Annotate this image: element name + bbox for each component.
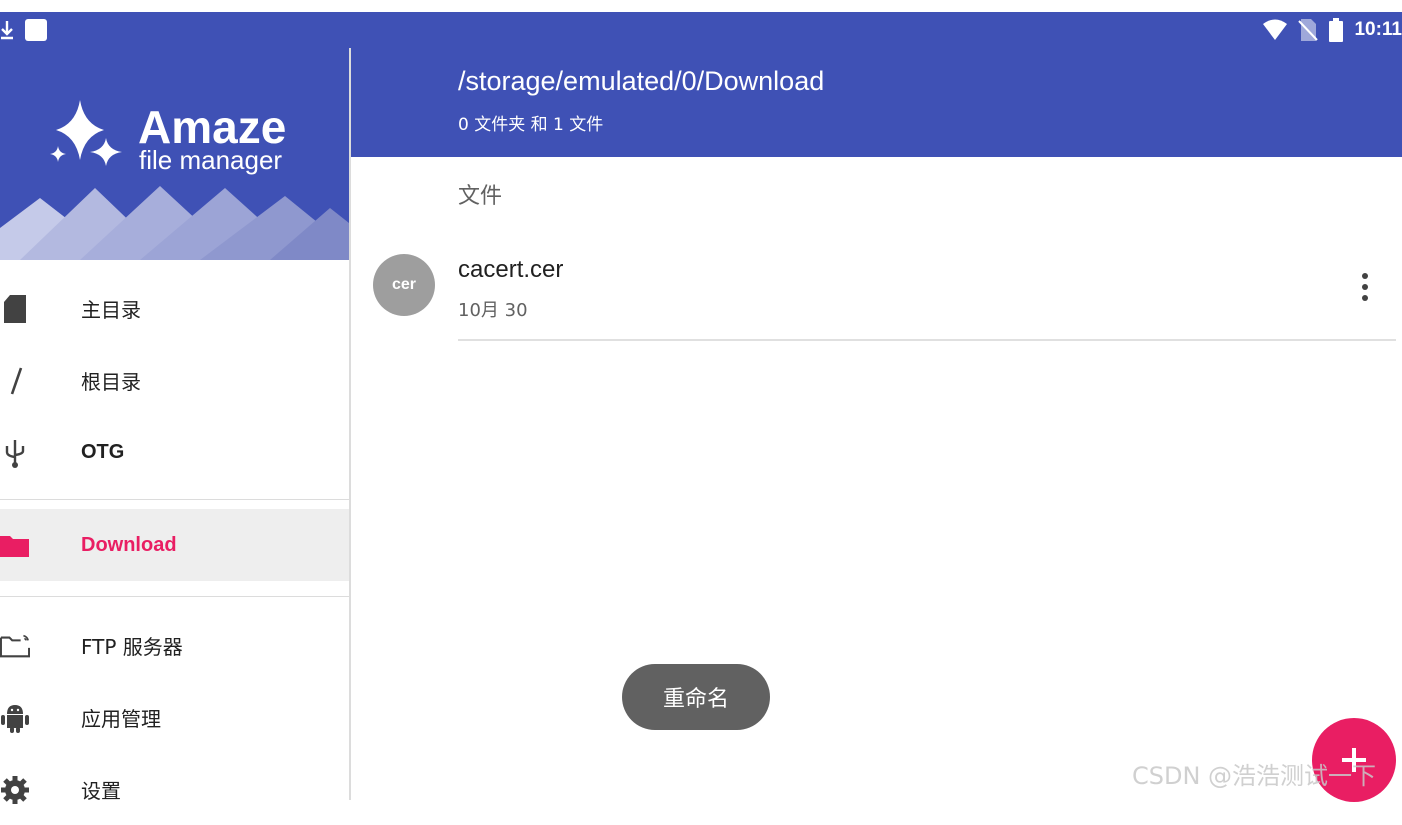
more-options-button[interactable]	[1353, 272, 1377, 302]
wifi-icon	[1263, 19, 1288, 40]
sidebar-item-app-manager[interactable]: 应用管理	[0, 681, 349, 753]
sidebar-item-root[interactable]: 根目录	[0, 344, 349, 416]
ftp-folder-icon	[0, 631, 30, 661]
file-row[interactable]: cer cacert.cer 10月 30	[351, 232, 1402, 341]
top-margin	[0, 0, 1402, 12]
current-path[interactable]: /storage/emulated/0/Download	[458, 66, 824, 97]
logo-title: Amaze	[138, 101, 287, 153]
more-vert-icon	[1362, 273, 1368, 301]
sidebar-item-label: 应用管理	[81, 706, 161, 731]
drawer-divider	[0, 499, 349, 500]
drawer-header: Amaze file manager	[0, 48, 349, 260]
section-header: 文件	[458, 184, 503, 209]
sidebar-item-label: FTP 服务器	[81, 634, 183, 659]
sidebar-item-ftp-server[interactable]: FTP 服务器	[0, 609, 349, 681]
sd-card-icon	[0, 294, 30, 324]
download-icon	[1, 21, 13, 40]
sidebar-item-download[interactable]: Download	[0, 509, 349, 581]
drawer-divider	[0, 596, 349, 597]
square-notification-icon	[25, 19, 47, 41]
sidebar-item-label: 主目录	[81, 297, 141, 322]
sidebar-item-label: OTG	[81, 440, 125, 463]
app-bar: /storage/emulated/0/Download 0 文件夹 和 1 文…	[351, 48, 1402, 157]
battery-icon	[1329, 18, 1344, 42]
sidebar-item-settings[interactable]: 设置	[0, 753, 349, 825]
navigation-drawer: Amaze file manager 主目录 根目录 OTG Download	[0, 48, 351, 804]
usb-icon	[0, 438, 30, 468]
status-bar: 10:11	[0, 12, 1402, 48]
status-left	[0, 18, 48, 42]
row-divider	[458, 339, 1396, 341]
no-sim-icon	[1298, 19, 1319, 41]
slash-icon	[0, 366, 30, 396]
watermark: CSDN @浩浩测试一下	[1132, 762, 1377, 790]
file-type-avatar: cer	[373, 254, 435, 316]
folder-summary: 0 文件夹 和 1 文件	[458, 115, 604, 135]
android-icon	[0, 703, 30, 733]
file-name: cacert.cer	[458, 256, 564, 283]
logo-subtitle: file manager	[139, 145, 283, 175]
file-date: 10月 30	[458, 300, 528, 321]
sidebar-item-otg[interactable]: OTG	[0, 416, 349, 488]
sidebar-item-home[interactable]: 主目录	[0, 272, 349, 344]
sidebar-item-label: 根目录	[81, 369, 141, 394]
status-right: 10:11	[1262, 18, 1402, 42]
toast-message: 重命名	[622, 664, 770, 730]
sidebar-item-label: 设置	[81, 778, 121, 803]
gear-icon	[0, 775, 30, 805]
amaze-logo-icon	[50, 100, 122, 166]
clock: 10:11	[1354, 19, 1402, 40]
folder-icon	[0, 531, 30, 561]
sidebar-item-label: Download	[81, 533, 177, 556]
